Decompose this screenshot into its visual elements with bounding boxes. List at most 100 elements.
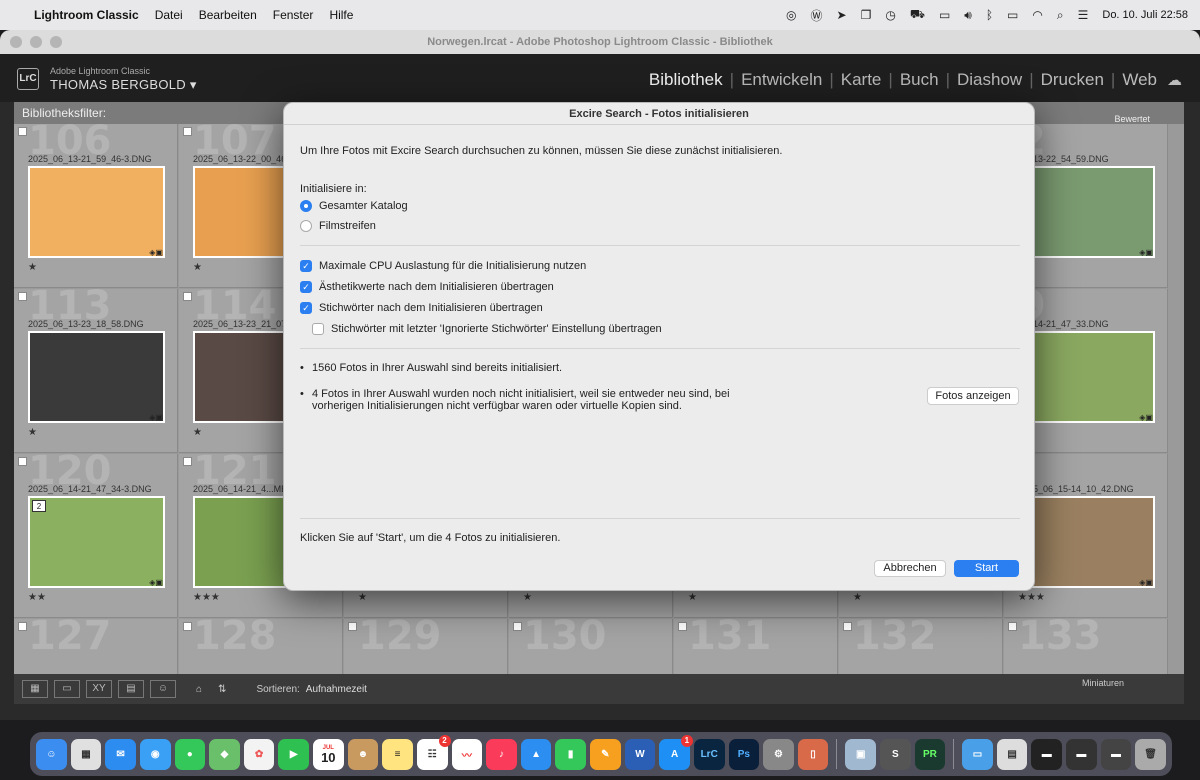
thumbnail-badges-icon[interactable]: ◈▣ [1139, 248, 1153, 257]
flag-icon[interactable] [1008, 622, 1017, 631]
thumbnail-badges-icon[interactable]: ◈▣ [1139, 413, 1153, 422]
checkbox-checked-icon[interactable]: ✓ [300, 302, 312, 314]
wifi-icon[interactable]: ◠ [1032, 8, 1042, 22]
star-rating[interactable]: ★ [523, 592, 532, 603]
downloads-folder-icon[interactable]: ▭ [962, 738, 993, 770]
checkbox-checked-icon[interactable]: ✓ [300, 260, 312, 272]
time-machine-icon[interactable]: ◷ [885, 8, 895, 22]
launchpad-icon[interactable]: ▦ [70, 738, 102, 770]
module-diashow[interactable]: Diashow [957, 70, 1022, 90]
contacts-icon[interactable]: ☻ [347, 738, 379, 770]
flag-icon[interactable] [18, 457, 27, 466]
people-view-button[interactable]: ☺ [150, 680, 176, 698]
document-stack-icon[interactable]: ▤ [996, 738, 1028, 770]
checkbox-cpu[interactable]: ✓ Maximale CPU Auslastung für die Initia… [300, 260, 586, 272]
search-icon[interactable]: ⌕ [1057, 8, 1064, 23]
notes-icon[interactable]: ≡ [382, 738, 413, 770]
mail-icon[interactable]: ✉ [105, 738, 136, 770]
maps-icon[interactable]: ◆ [209, 738, 240, 770]
finder-icon[interactable]: ☺ [36, 738, 67, 770]
flag-icon[interactable] [843, 622, 852, 631]
star-rating[interactable]: ★ [193, 262, 202, 273]
star-rating[interactable]: ★★★ [1018, 592, 1045, 603]
menu-hilfe[interactable]: Hilfe [329, 8, 353, 22]
star-rating[interactable]: ★ [853, 592, 862, 603]
photo-cell[interactable]: 106 2025_06_13-21_59_46-3.DNG ◈▣ ★ [14, 124, 178, 288]
flag-icon[interactable] [18, 622, 27, 631]
star-rating[interactable]: ★ [688, 592, 697, 603]
module-web[interactable]: Web [1122, 70, 1157, 90]
cancel-button[interactable]: Abbrechen [874, 560, 946, 577]
status-icon[interactable]: Ⓦ [811, 7, 823, 24]
flag-icon[interactable] [678, 622, 687, 631]
trash-icon[interactable]: 🗑︎ [1135, 738, 1166, 770]
checkbox-keywords[interactable]: ✓ Stichwörter nach dem Initialisieren üb… [300, 302, 543, 314]
battery-icon[interactable]: ▭ [1007, 8, 1018, 22]
photo-thumbnail[interactable] [28, 496, 165, 588]
car-icon[interactable]: ⛟ [910, 7, 925, 23]
menu-datei[interactable]: Datei [155, 8, 183, 22]
loupe-view-button[interactable]: ▭ [54, 680, 80, 698]
thumbnail-badges-icon[interactable]: ◈▣ [1139, 578, 1153, 587]
menu-bearbeiten[interactable]: Bearbeiten [199, 8, 257, 22]
menu-fenster[interactable]: Fenster [273, 8, 314, 22]
messages-icon[interactable]: ● [174, 738, 206, 770]
numbers-icon[interactable]: ▮ [555, 738, 586, 770]
reminders-icon[interactable]: ☷ 2 [416, 734, 451, 770]
flag-icon[interactable] [513, 622, 522, 631]
star-rating[interactable]: ★ [358, 592, 367, 603]
star-rating[interactable]: ★ [28, 262, 37, 273]
music-icon[interactable]: ♪ [486, 738, 517, 770]
survey-view-button[interactable]: ▤ [118, 680, 144, 698]
photoshop-icon[interactable]: Ps [728, 738, 760, 770]
thumbnail-badges-icon[interactable]: ◈▣ [149, 578, 163, 587]
flag-icon[interactable] [18, 292, 27, 301]
window-icon[interactable]: ❐ [861, 8, 872, 22]
safari-icon[interactable]: ◉ [139, 738, 171, 770]
lightroom-classic-icon[interactable]: LrC [693, 738, 725, 770]
menubar-clock[interactable]: Do. 10. Juli 22:58 [1102, 9, 1188, 21]
bluetooth-icon[interactable]: ᛒ [986, 8, 993, 22]
photo-raw-icon[interactable]: PR [914, 738, 946, 770]
start-button[interactable]: Start [954, 560, 1019, 577]
star-rating[interactable]: ★★ [28, 592, 46, 603]
calendar-icon[interactable]: JUL 10 [313, 738, 344, 770]
pages-icon[interactable]: ✎ [590, 738, 621, 770]
checkbox-ignored-keywords[interactable]: Stichwörter mit letzter 'Ignorierte Stic… [312, 323, 662, 335]
stack-count-badge[interactable]: 2 [32, 500, 46, 512]
flag-icon[interactable] [183, 622, 192, 631]
star-rating[interactable]: ★★★ [193, 592, 220, 603]
compare-view-button[interactable]: XY [86, 680, 112, 698]
flag-icon[interactable] [183, 457, 192, 466]
menu-app-name[interactable]: Lightroom Classic [34, 8, 139, 22]
thumbnail-badges-icon[interactable]: ◈▣ [149, 413, 163, 422]
facetime-icon[interactable]: ▶ [278, 738, 309, 770]
radio-unselected-icon[interactable] [300, 220, 312, 232]
screen-thumbnail-icon[interactable]: ▬ [1100, 738, 1132, 770]
keynote-icon[interactable]: ▲ [520, 738, 552, 770]
module-karte[interactable]: Karte [841, 70, 882, 90]
freeform-icon[interactable]: 〰 [451, 738, 483, 770]
radio-gesamter-katalog[interactable]: Gesamter Katalog [300, 200, 408, 212]
flag-icon[interactable] [183, 127, 192, 136]
flag-icon[interactable] [348, 622, 357, 631]
star-rating[interactable]: ★ [193, 427, 202, 438]
control-center-icon[interactable]: ☰ [1078, 8, 1089, 22]
flag-icon[interactable] [18, 127, 27, 136]
display-icon[interactable]: ▭ [939, 8, 950, 22]
arrow-app-icon[interactable]: ➤ [837, 8, 847, 22]
word-icon[interactable]: W [624, 738, 656, 770]
checkbox-checked-icon[interactable]: ✓ [300, 281, 312, 293]
photo-thumbnail[interactable] [1018, 166, 1155, 258]
photo-thumbnail[interactable] [1018, 331, 1155, 423]
sort-order-icon[interactable]: ⇅ [218, 684, 226, 695]
photo-thumbnail[interactable] [1018, 496, 1155, 588]
star-rating[interactable]: ★ [28, 427, 37, 438]
flag-icon[interactable] [183, 292, 192, 301]
creative-cloud-icon[interactable]: ◎ [786, 8, 796, 22]
grid-view-button[interactable]: ▦ [22, 680, 48, 698]
photo-thumbnail[interactable] [28, 331, 165, 423]
module-bibliothek[interactable]: Bibliothek [649, 70, 723, 90]
volume-icon[interactable]: 🔊︎ [964, 8, 972, 23]
s-app-icon[interactable]: S [879, 738, 911, 770]
